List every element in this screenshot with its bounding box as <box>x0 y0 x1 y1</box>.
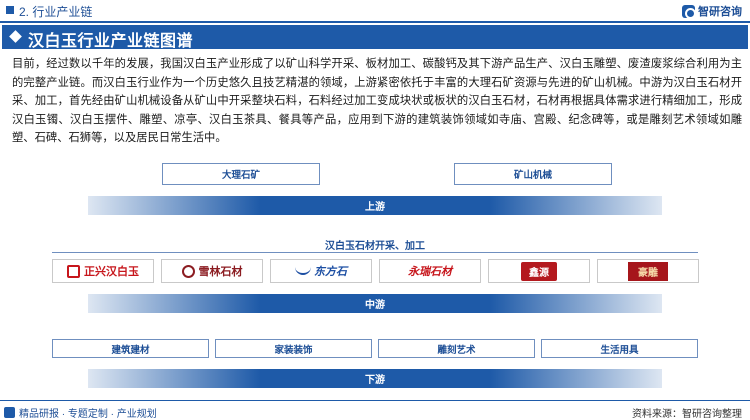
company-seal-2: 豪雕 <box>628 261 668 281</box>
page-title: 汉白玉行业产业链图谱 <box>28 33 194 50</box>
zhengxing-mark-icon <box>67 264 80 278</box>
section-title: 2. 行业产业链 <box>19 5 93 19</box>
footer: 精品研报 · 专题定制 · 产业规划 资料来源：智研咨询整理 <box>0 400 750 420</box>
xuelin-mark-icon <box>181 264 195 278</box>
stage-bar-midstream: 中游 <box>88 294 662 313</box>
downstream-item-daily-goods: 生活用具 <box>541 339 698 358</box>
company-logo-dongfangshi: 东方石 <box>270 259 372 283</box>
diamond-icon <box>9 30 22 43</box>
stage-bar-upstream: 上游 <box>88 196 662 215</box>
dongfangshi-wave-icon <box>295 267 311 275</box>
downstream-item-home-decor: 家装装饰 <box>215 339 372 358</box>
header-divider <box>0 21 750 23</box>
company-logo-zhengxing: 正兴汉白玉 <box>52 259 154 283</box>
company-seal-1: 鑫源 <box>521 261 557 281</box>
upstream-item-mining-machinery: 矿山机械 <box>454 163 612 185</box>
company-logo-yongrui: 永瑞石材 <box>379 259 481 283</box>
downstream-item-construction: 建筑建材 <box>52 339 209 358</box>
company-logo-xuelin: 雪林石材 <box>161 259 263 283</box>
title-banner: 汉白玉行业产业链图谱 <box>2 25 748 50</box>
intro-paragraph: 目前，经过数以千年的发展，我国汉白玉产业形成了以矿山科学开采、板材加工、碳酸钙及… <box>12 58 742 144</box>
footer-tagline: 精品研报 · 专题定制 · 产业规划 <box>4 405 157 420</box>
upstream-item-marble-mine: 大理石矿 <box>162 163 320 185</box>
section-marker-icon <box>6 6 14 14</box>
brand-logo[interactable]: 智研咨询 <box>682 3 742 19</box>
brand-logo-text: 智研咨询 <box>698 6 742 18</box>
source-note: 资料来源：智研咨询整理 <box>632 409 742 420</box>
company-logo-seal-2: 豪雕 <box>597 259 699 283</box>
midstream-divider <box>52 252 698 253</box>
footer-logo-icon <box>4 407 15 418</box>
company-logo-seal-1: 鑫源 <box>488 259 590 283</box>
zhiyan-logo-icon <box>682 4 696 19</box>
downstream-item-carving-art: 雕刻艺术 <box>378 339 535 358</box>
top-header: 2. 行业产业链 智研咨询 <box>0 0 750 22</box>
stage-bar-downstream: 下游 <box>88 369 662 388</box>
midstream-title: 汉白玉石材开采、加工 <box>325 241 425 252</box>
footer-tagline-text: 精品研报 · 专题定制 · 产业规划 <box>19 409 157 420</box>
